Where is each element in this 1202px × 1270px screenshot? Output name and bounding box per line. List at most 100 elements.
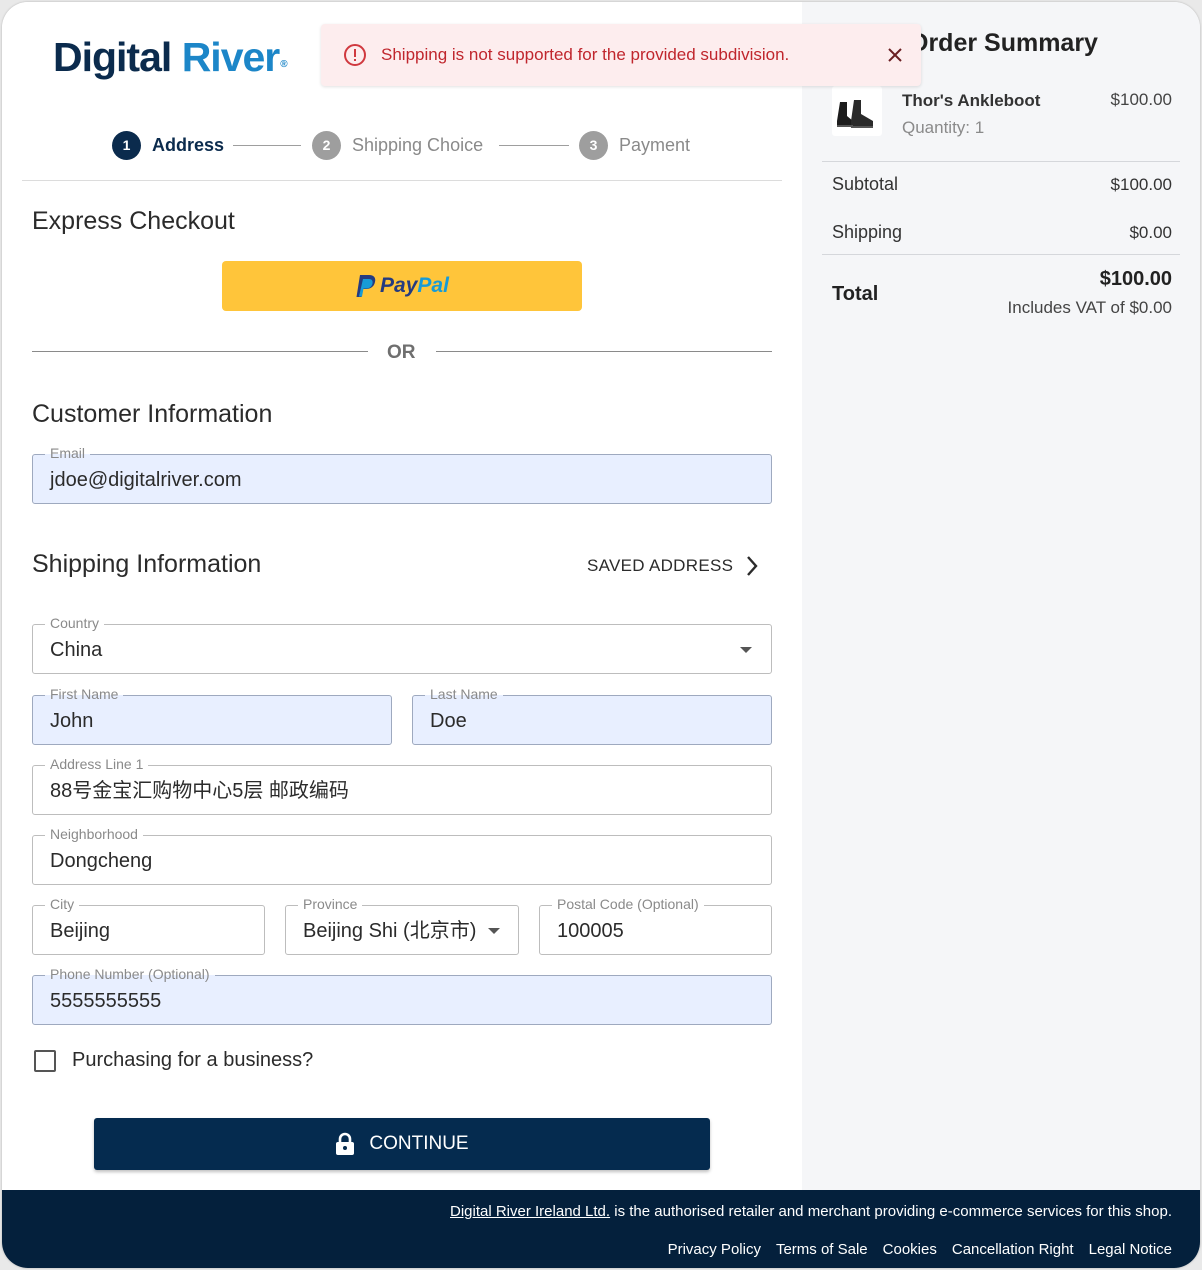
postal-code-value: 100005 [557, 920, 624, 942]
saved-address-button[interactable]: SAVED ADDRESS [587, 555, 759, 577]
step-label: Address [152, 134, 225, 155]
retailer-link[interactable]: Digital River Ireland Ltd. [450, 1203, 610, 1220]
first-name-label: First Name [45, 685, 124, 703]
error-alert: Shipping is not supported for the provid… [321, 24, 921, 86]
first-name-value: John [50, 710, 94, 732]
or-divider-left [32, 351, 368, 352]
step-label: Payment [619, 134, 691, 155]
legal-notice-link[interactable]: Legal Notice [1089, 1241, 1172, 1258]
paypal-button[interactable]: Pay Pal [222, 261, 582, 311]
email-field[interactable]: Email jdoe@digitalriver.com [32, 444, 772, 504]
step-shipping-choice[interactable]: 2 Shipping Choice [312, 130, 483, 160]
address-line-1-value: 88号金宝汇购物中心5层 邮政编码 [50, 780, 349, 802]
step-number: 2 [312, 130, 341, 160]
close-icon[interactable] [883, 43, 907, 67]
email-value: jdoe@digitalriver.com [50, 469, 242, 491]
province-value: Beijing Shi (北京市) [303, 920, 477, 942]
subtotal-value: $100.00 [1110, 175, 1172, 194]
business-purchase-row: Purchasing for a business? [34, 1049, 313, 1072]
step-number: 3 [579, 130, 608, 160]
first-name-field[interactable]: First Name John [32, 685, 392, 745]
lock-icon [336, 1132, 355, 1155]
step-label: Shipping Choice [352, 134, 484, 155]
checkout-form-column: Digital River® 1 Address 2 Shipping Choi… [2, 2, 802, 1190]
terms-of-sale-link[interactable]: Terms of Sale [776, 1241, 868, 1258]
digital-river-logo: Digital River® [53, 32, 288, 82]
paypal-icon [356, 275, 376, 297]
dropdown-arrow-icon [740, 647, 752, 653]
country-label: Country [45, 614, 105, 632]
divider [22, 180, 782, 181]
or-divider-right [436, 351, 772, 352]
last-name-value: Doe [430, 710, 467, 732]
step-address[interactable]: 1 Address [112, 130, 224, 160]
step-connector [233, 145, 301, 146]
retailer-text: is the authorised retailer and merchant … [610, 1203, 1172, 1220]
checkout-modal: Digital River® 1 Address 2 Shipping Choi… [2, 2, 1200, 1268]
total-value: $100.00 [1099, 268, 1172, 290]
postal-code-label: Postal Code (Optional) [552, 895, 704, 913]
neighborhood-value: Dongcheng [50, 850, 153, 872]
retailer-notice: Digital River Ireland Ltd. is the author… [450, 1203, 1172, 1220]
customer-info-title: Customer Information [32, 400, 273, 428]
city-field[interactable]: City Beijing [32, 895, 265, 955]
email-label: Email [45, 444, 91, 462]
privacy-policy-link[interactable]: Privacy Policy [668, 1241, 761, 1258]
product-name: Thor's Ankleboot [902, 91, 1041, 110]
address-line-1-label: Address Line 1 [45, 755, 149, 773]
or-label: OR [387, 342, 416, 363]
neighborhood-label: Neighborhood [45, 825, 143, 843]
phone-number-field[interactable]: Phone Number (Optional) 5555555555 [32, 965, 772, 1025]
continue-button[interactable]: CONTINUE [94, 1118, 710, 1170]
city-label: City [45, 895, 80, 913]
city-value: Beijing [50, 920, 111, 942]
shipping-value: $0.00 [1129, 223, 1172, 242]
last-name-label: Last Name [425, 685, 503, 703]
logo-word-1: Digital [53, 34, 172, 80]
total-label: Total [832, 283, 879, 305]
postal-code-field[interactable]: Postal Code (Optional) 100005 [539, 895, 772, 955]
phone-number-label: Phone Number (Optional) [45, 965, 215, 983]
continue-label: CONTINUE [369, 1133, 469, 1154]
step-number: 1 [112, 130, 141, 160]
country-select[interactable]: Country China [32, 614, 772, 674]
shipping-label: Shipping [832, 222, 903, 242]
alert-message: Shipping is not supported for the provid… [381, 45, 790, 64]
dropdown-arrow-icon [488, 928, 500, 934]
divider [822, 161, 1180, 162]
step-payment[interactable]: 3 Payment [579, 130, 690, 160]
neighborhood-field[interactable]: Neighborhood Dongcheng [32, 825, 772, 885]
paypal-wordmark-2: Pal [417, 274, 449, 297]
chevron-right-icon [747, 556, 758, 576]
product-quantity: Quantity: 1 [902, 118, 985, 137]
logo-registered-mark: ® [280, 59, 287, 70]
order-summary-title: Order Summary [909, 29, 1098, 57]
last-name-field[interactable]: Last Name Doe [412, 685, 772, 745]
step-connector [499, 145, 569, 146]
address-line-1-field[interactable]: Address Line 1 88号金宝汇购物中心5层 邮政编码 [32, 755, 772, 815]
phone-number-value: 5555555555 [50, 990, 162, 1012]
express-checkout-title: Express Checkout [32, 207, 235, 235]
product-thumbnail [832, 86, 882, 136]
paypal-wordmark-1: Pay [380, 274, 418, 297]
footer-links: Privacy Policy Terms of Sale Cookies Can… [653, 1241, 1172, 1258]
shipping-info-title: Shipping Information [32, 550, 262, 578]
subtotal-label: Subtotal [832, 174, 899, 194]
error-icon [344, 44, 366, 66]
country-value: China [50, 639, 103, 661]
province-label: Province [298, 895, 363, 913]
saved-address-label: SAVED ADDRESS [587, 556, 734, 575]
business-purchase-label[interactable]: Purchasing for a business? [72, 1049, 313, 1072]
province-select[interactable]: Province Beijing Shi (北京市) [285, 895, 519, 955]
vat-note: Includes VAT of $0.00 [1007, 298, 1172, 317]
ankle-boot-icon [837, 100, 873, 128]
checkout-stepper: 1 Address 2 Shipping Choice 3 Payment [112, 130, 712, 160]
business-purchase-checkbox[interactable] [34, 1049, 56, 1072]
footer: Digital River Ireland Ltd. is the author… [2, 1190, 1200, 1268]
cookies-link[interactable]: Cookies [883, 1241, 937, 1258]
cancellation-right-link[interactable]: Cancellation Right [952, 1241, 1074, 1258]
divider [822, 254, 1180, 255]
product-price: $100.00 [1110, 90, 1172, 109]
logo-word-2: River [181, 34, 281, 80]
order-summary-panel: Order Summary Thor's Ankleboot Quantity:… [802, 2, 1200, 1190]
